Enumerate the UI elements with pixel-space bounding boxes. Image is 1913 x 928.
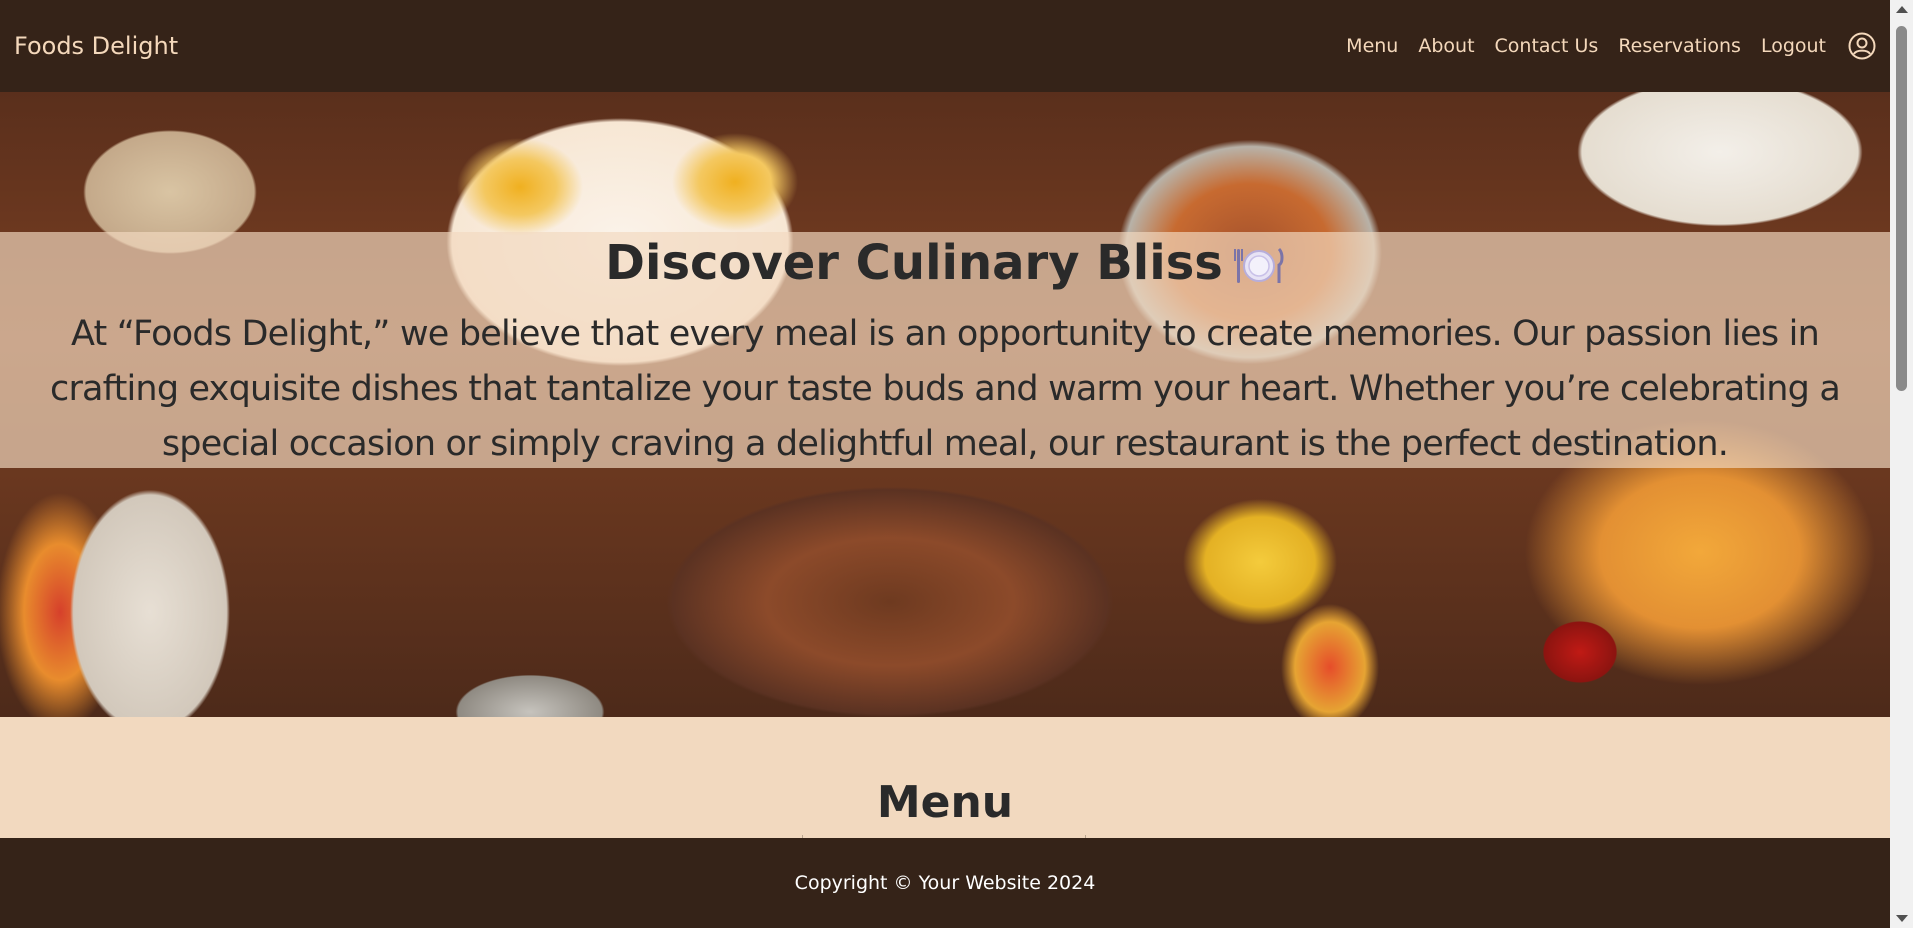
vertical-scrollbar[interactable] — [1890, 0, 1913, 928]
nav-link-menu[interactable]: Menu — [1346, 35, 1398, 57]
nav-link-contact-us[interactable]: Contact Us — [1495, 35, 1599, 57]
scroll-down-icon[interactable] — [1896, 915, 1908, 922]
brand-link[interactable]: Foods Delight — [14, 32, 178, 60]
hero-title-text: Discover Culinary Bliss — [605, 235, 1223, 291]
menu-section: Menu — [0, 717, 1890, 838]
footer-copyright: Copyright © Your Website 2024 — [794, 872, 1096, 894]
menu-heading: Menu — [876, 777, 1014, 828]
scroll-thumb[interactable] — [1896, 26, 1907, 391]
hero-title: Discover Culinary Bliss — [0, 235, 1890, 291]
footer: Copyright © Your Website 2024 — [0, 838, 1890, 928]
plate-cutlery-icon — [1233, 247, 1284, 283]
user-circle-icon[interactable] — [1848, 32, 1876, 60]
nav-link-about[interactable]: About — [1418, 35, 1474, 57]
nav-link-reservations[interactable]: Reservations — [1618, 35, 1741, 57]
hero-description: At “Foods Delight,” we believe that ever… — [50, 314, 1841, 464]
nav-links: Menu About Contact Us Reservations Logou… — [1346, 32, 1876, 60]
page: Foods Delight Menu About Contact Us Rese… — [0, 0, 1913, 928]
hero-section: Discover Culinary Bliss At “Foods Deligh… — [0, 92, 1890, 717]
navbar: Foods Delight Menu About Contact Us Rese… — [0, 0, 1890, 92]
scroll-up-icon[interactable] — [1896, 6, 1908, 13]
nav-link-logout[interactable]: Logout — [1761, 35, 1826, 57]
